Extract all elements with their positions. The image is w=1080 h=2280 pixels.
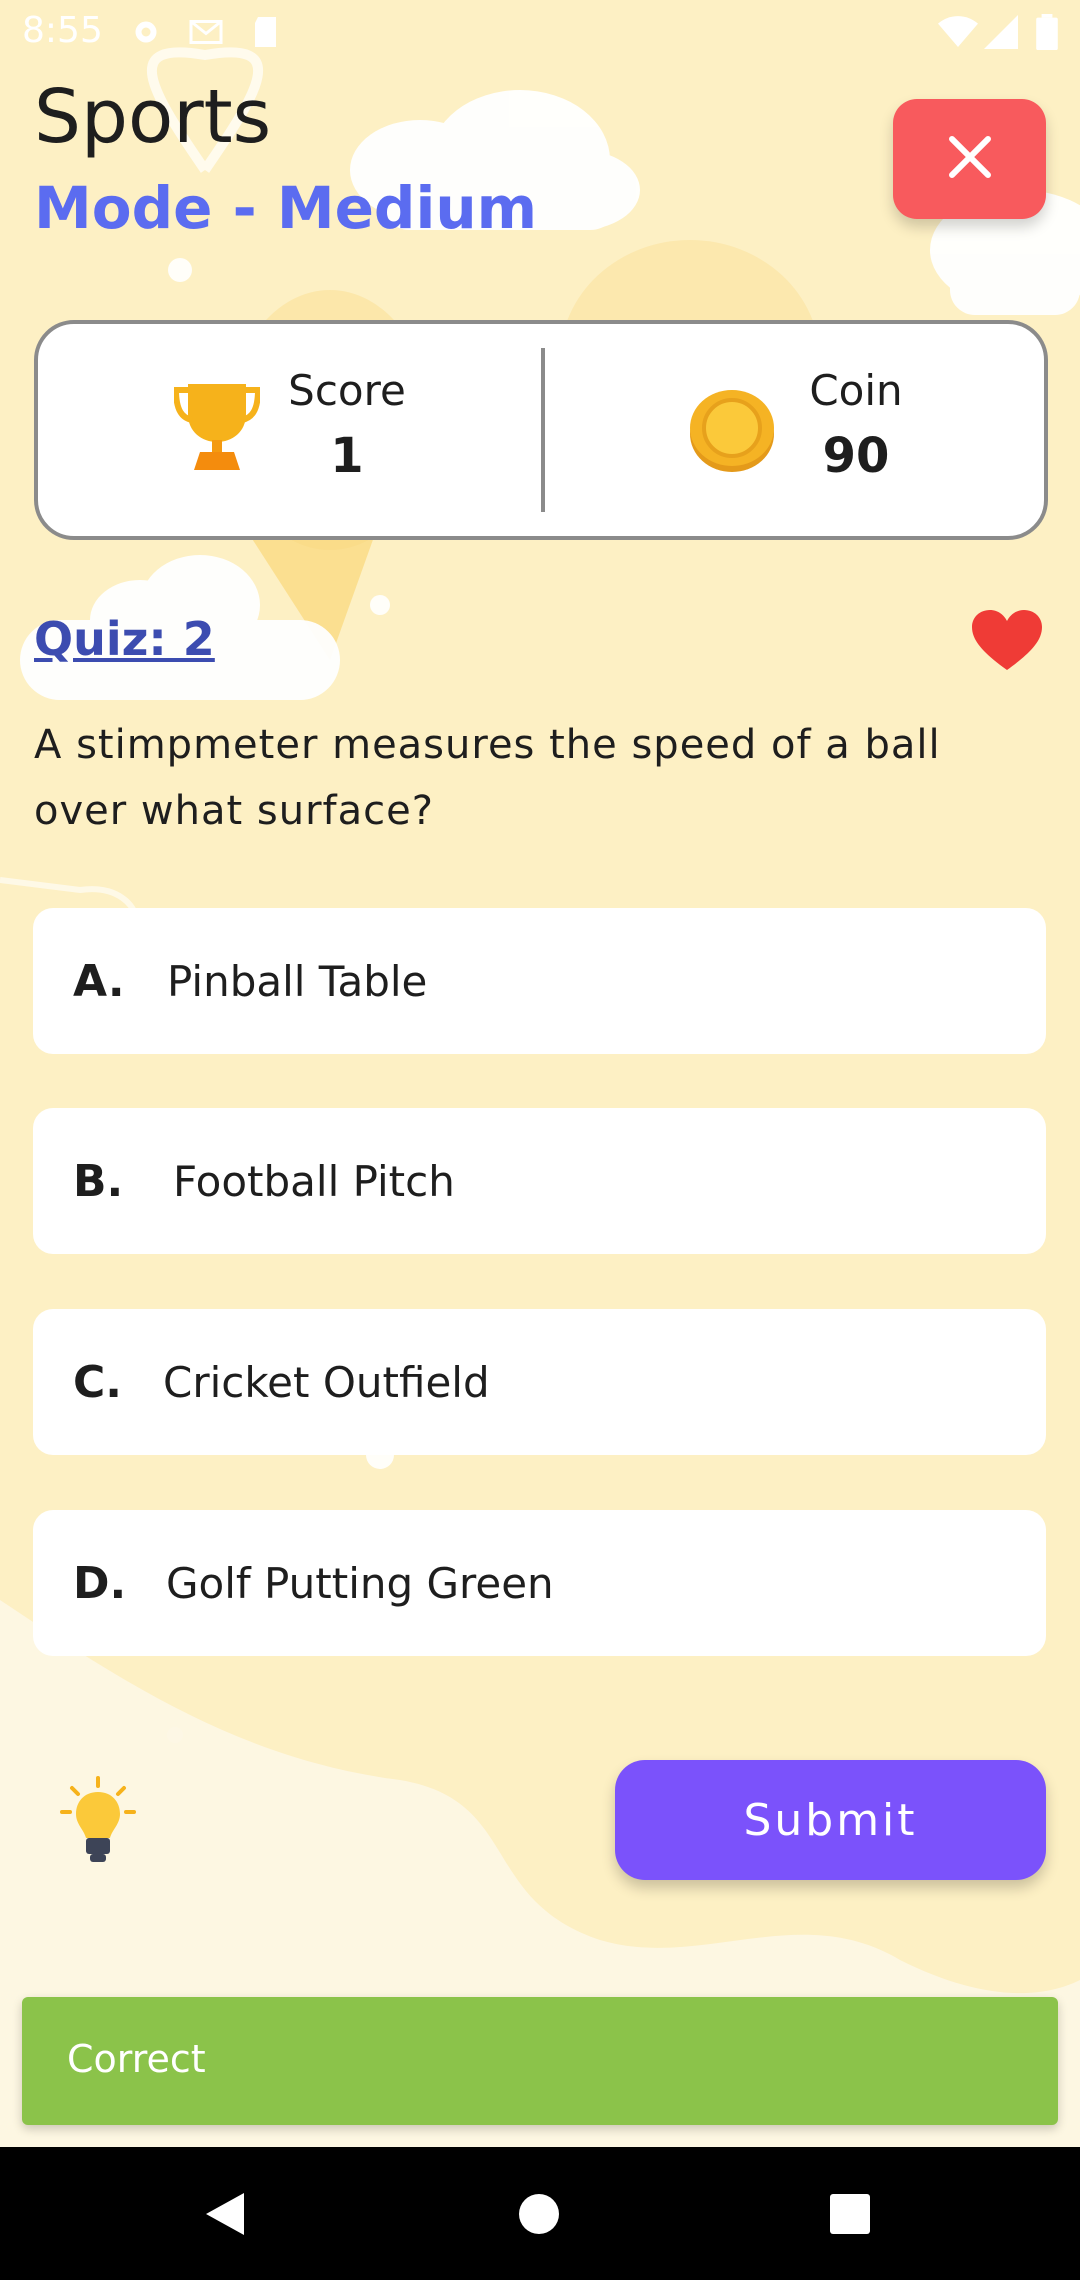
score-card: Score 1 Coin 90: [34, 320, 1048, 540]
option-b[interactable]: B. Football Pitch: [33, 1108, 1046, 1254]
status-bar: 8:55: [0, 0, 1080, 66]
gear-icon: [128, 14, 164, 54]
battery-icon: [1036, 14, 1058, 54]
wifi-icon: [938, 14, 978, 54]
coin-label: Coin: [809, 366, 903, 415]
quiz-number: Quiz: 2: [34, 612, 215, 666]
option-a[interactable]: A. Pinball Table: [33, 908, 1046, 1054]
option-text: Golf Putting Green: [166, 1558, 554, 1608]
status-time: 8:55: [22, 10, 103, 51]
option-d[interactable]: D. Golf Putting Green: [33, 1510, 1046, 1656]
lightbulb-icon[interactable]: [58, 1776, 138, 1870]
score-divider: [541, 348, 545, 512]
navigation-bar: [0, 2147, 1080, 2280]
category-title: Sports: [34, 74, 272, 160]
home-icon[interactable]: [518, 2193, 560, 2239]
quiz-screen: 8:55 Sports Mode - Medium Score 1 Coin 9…: [0, 0, 1080, 2280]
coin-value: 90: [822, 428, 890, 484]
snackbar-message: Correct: [67, 2037, 206, 2081]
option-letter: A.: [73, 955, 125, 1007]
option-letter: B.: [73, 1155, 124, 1207]
submit-button[interactable]: Submit: [615, 1760, 1046, 1880]
recents-icon[interactable]: [829, 2194, 871, 2238]
option-letter: D.: [73, 1557, 127, 1609]
option-c[interactable]: C. Cricket Outfield: [33, 1309, 1046, 1455]
close-button[interactable]: [893, 99, 1046, 219]
feedback-snackbar: Correct: [22, 1997, 1058, 2125]
mode-title: Mode - Medium: [34, 174, 538, 242]
score-value: 1: [330, 428, 364, 484]
option-text: Cricket Outfield: [163, 1357, 490, 1407]
option-letter: C.: [73, 1356, 123, 1408]
question-text: A stimpmeter measures the speed of a bal…: [34, 722, 941, 834]
heart-icon[interactable]: [972, 610, 1042, 676]
gmail-icon: [188, 14, 224, 54]
signal-icon: [984, 14, 1018, 54]
score-label: Score: [288, 366, 406, 415]
close-icon: [948, 135, 992, 183]
back-icon[interactable]: [204, 2191, 246, 2241]
sd-card-icon: [252, 14, 282, 54]
option-text: Pinball Table: [167, 956, 428, 1006]
option-text: Football Pitch: [173, 1156, 455, 1206]
